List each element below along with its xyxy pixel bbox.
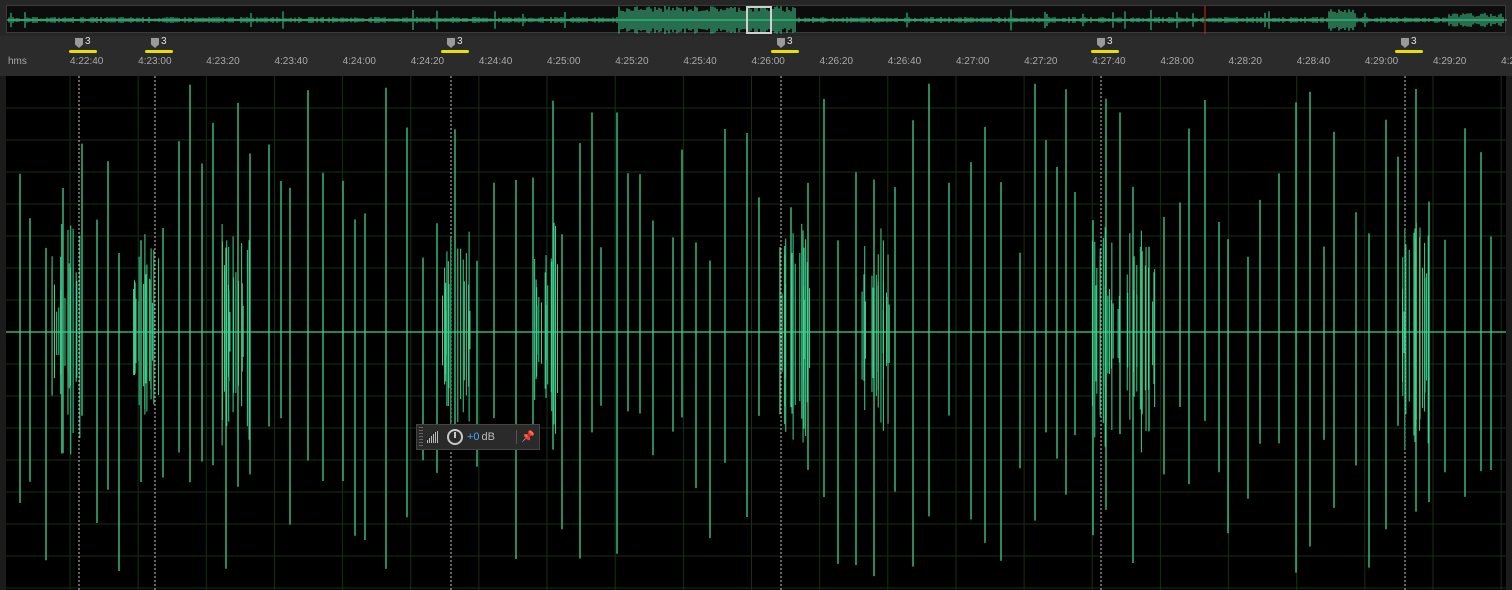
cue-marker[interactable]: 3 [145, 36, 183, 54]
cue-marker[interactable]: 3 [1395, 36, 1433, 54]
time-format-label[interactable]: hms [8, 56, 27, 67]
ruler-tick-label: 4:28:00 [1160, 56, 1194, 67]
cue-marker[interactable]: 3 [69, 36, 107, 54]
ruler-tick-label: 4:23:00 [138, 56, 172, 67]
cue-marker[interactable]: 3 [1091, 36, 1129, 54]
marker-flag-icon[interactable] [447, 38, 455, 48]
ruler-tick-label: 4:27:00 [955, 56, 990, 67]
marker-label: 3 [457, 36, 463, 47]
time-ruler[interactable]: hms 4:22:40 4:23:00 4:23:20 4:23:40 4:24:00 4… [0, 36, 1512, 76]
ruler-tick-label: 4:24:00 [342, 56, 376, 67]
ruler-tick-label: 4:26:40 [887, 56, 922, 67]
marker-flag-icon[interactable] [75, 38, 83, 48]
hud-drag-handle[interactable] [419, 427, 423, 447]
marker-label: 3 [1107, 36, 1113, 47]
waveform-editor[interactable] [6, 76, 1506, 590]
overview-waveform[interactable] [6, 5, 1507, 34]
cue-marker[interactable]: 3 [771, 36, 809, 54]
marker-label: 3 [85, 36, 91, 47]
pin-icon[interactable]: 📌 [516, 430, 535, 444]
level-meter-icon [427, 431, 443, 443]
ruler-tick-label: 4:28:40 [1296, 56, 1331, 67]
ruler-tick-label: 4:26:20 [819, 56, 854, 67]
marker-flag-icon[interactable] [777, 38, 785, 48]
gain-value[interactable]: +0 [467, 431, 480, 443]
marker-label: 3 [787, 36, 793, 47]
ruler-tick-label: 4:26:00 [751, 56, 785, 67]
ruler-tick-label: 4:24:40 [478, 56, 513, 67]
ruler-tick-label: 4:23:20 [206, 56, 240, 67]
marker-flag-icon[interactable] [151, 38, 159, 48]
ruler-tick-label: 4:29:40 [1501, 56, 1512, 67]
marker-highlight [69, 50, 97, 53]
ruler-tick-label: 4:27:20 [1024, 56, 1058, 67]
ruler-tick-label: 4:25:40 [683, 56, 717, 67]
ruler-tick-label: 4:22:40 [70, 56, 104, 67]
ruler-tick-label: 4:28:20 [1228, 56, 1262, 67]
marker-label: 3 [161, 36, 167, 47]
marker-highlight [1395, 50, 1423, 53]
ruler-tick-label: 4:29:20 [1433, 56, 1467, 67]
ruler-tick-label: 4:23:40 [274, 56, 308, 67]
heads-up-display[interactable]: +0 dB 📌 [416, 424, 540, 450]
marker-label: 3 [1411, 36, 1417, 47]
overview-waveform-panel[interactable] [0, 0, 1512, 36]
gain-unit: dB [481, 431, 496, 443]
marker-highlight [1091, 50, 1119, 53]
marker-highlight [771, 50, 799, 53]
marker-flag-icon[interactable] [1097, 38, 1105, 48]
marker-highlight [145, 50, 173, 53]
waveform-graphic [6, 76, 1506, 590]
ruler-tick-label: 4:25:00 [547, 56, 581, 67]
marker-flag-icon[interactable] [1401, 38, 1409, 48]
cue-marker[interactable]: 3 [441, 36, 479, 54]
overview-waveform-graphic [7, 6, 1507, 34]
ruler-tick-label: 4:27:40 [1092, 56, 1126, 67]
volume-knob[interactable] [447, 429, 463, 445]
ruler-tick-label: 4:24:20 [410, 56, 445, 67]
ruler-tick-label: 4:29:00 [1364, 56, 1399, 67]
ruler-tick-label: 4:25:20 [615, 56, 649, 67]
marker-highlight [441, 50, 469, 53]
